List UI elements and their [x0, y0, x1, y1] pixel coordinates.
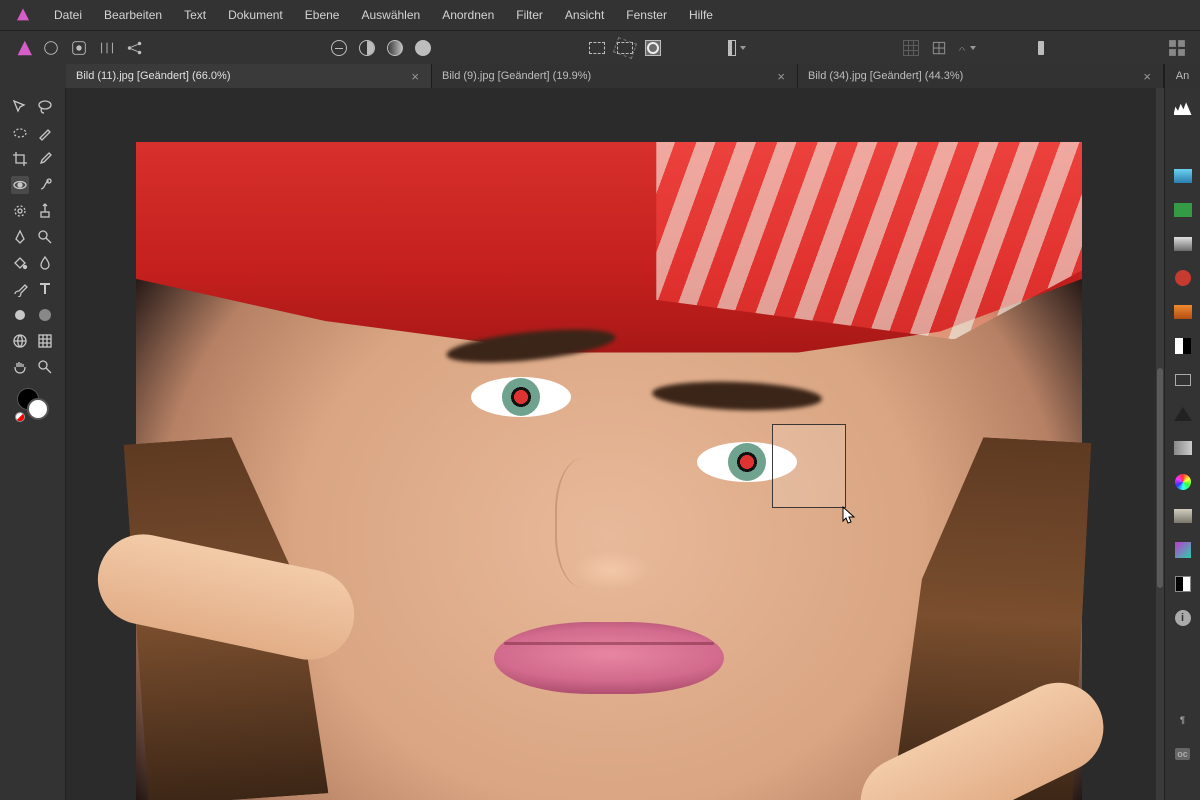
selection-brush-tool[interactable]	[11, 202, 29, 220]
snap-guides-icon[interactable]	[930, 39, 948, 57]
menu-ebene[interactable]: Ebene	[305, 8, 340, 22]
selection-cross-icon[interactable]	[616, 39, 634, 57]
contrast-bw-icon[interactable]	[1173, 574, 1193, 594]
doctab-label: Bild (34).jpg [Geändert] (44.3%)	[808, 70, 963, 82]
menu-bearbeiten[interactable]: Bearbeiten	[104, 8, 162, 22]
blur-tool[interactable]	[36, 254, 54, 272]
panel-overflow-tab[interactable]: An	[1164, 64, 1200, 88]
canvas-viewport[interactable]	[66, 88, 1164, 800]
photo-content	[136, 142, 1082, 800]
persona-photo-icon[interactable]	[14, 39, 32, 57]
shape-tool[interactable]	[11, 306, 29, 324]
swatch-blue[interactable]	[1173, 166, 1193, 186]
color-foreground-swatch[interactable]	[27, 398, 49, 420]
ellipse-marquee-tool[interactable]	[11, 124, 29, 142]
assistant-dropdown[interactable]	[958, 39, 976, 57]
red-eye-selection-box[interactable]	[772, 424, 846, 508]
color-picker-tool[interactable]	[36, 150, 54, 168]
info-panel-icon[interactable]: i	[1173, 608, 1193, 628]
menu-filter[interactable]: Filter	[516, 8, 543, 22]
dodge-tool[interactable]	[36, 228, 54, 246]
app-logo-icon	[14, 6, 32, 24]
nav-thumb-icon[interactable]	[1173, 370, 1193, 390]
menu-datei[interactable]: Datei	[54, 8, 82, 22]
tonal-target-icon[interactable]	[330, 39, 348, 57]
persona-tone-icon[interactable]	[98, 39, 116, 57]
swatch-green[interactable]	[1173, 200, 1193, 220]
menu-hilfe[interactable]: Hilfe	[689, 8, 713, 22]
persona-develop-icon[interactable]	[70, 39, 88, 57]
zoom-tool[interactable]	[36, 358, 54, 376]
document-tabs: Bild (11).jpg [Geändert] (66.0%) × Bild …	[66, 64, 1164, 88]
document-canvas[interactable]	[136, 142, 1082, 800]
persona-liquify-icon[interactable]	[42, 39, 60, 57]
histogram-panel-icon[interactable]	[1173, 98, 1193, 118]
swatch-gray[interactable]	[1173, 234, 1193, 254]
mesh-warp-tool[interactable]	[11, 332, 29, 350]
doctab-label: Bild (11).jpg [Geändert] (66.0%)	[76, 70, 230, 82]
menu-text[interactable]: Text	[184, 8, 206, 22]
close-icon[interactable]: ×	[409, 69, 421, 84]
flood-fill-tool[interactable]	[11, 254, 29, 272]
quick-mask-icon[interactable]	[644, 39, 662, 57]
color-foreground-background[interactable]	[17, 388, 49, 420]
tonal-halftone-icon[interactable]	[358, 39, 376, 57]
paint-brush-tool[interactable]	[11, 280, 29, 298]
gradient-xy-icon[interactable]	[1173, 540, 1193, 560]
vertical-scrollbar[interactable]	[1156, 88, 1164, 800]
grad-ramp-desat[interactable]	[1173, 438, 1193, 458]
swatch-patch[interactable]	[1173, 506, 1193, 526]
retouch-brush-tool[interactable]	[36, 176, 54, 194]
scrollbar-thumb[interactable]	[1157, 368, 1163, 588]
doctab-1[interactable]: Bild (9).jpg [Geändert] (19.9%) ×	[432, 64, 798, 88]
tonal-full-icon[interactable]	[414, 39, 432, 57]
fill-preview-dropdown[interactable]	[728, 39, 746, 57]
swatch-bw[interactable]	[1173, 336, 1193, 356]
cursor-icon	[842, 506, 856, 526]
move-tool[interactable]	[11, 98, 29, 116]
red-eye-tool[interactable]	[11, 176, 29, 194]
doctab-2[interactable]: Bild (34).jpg [Geändert] (44.3%) ×	[798, 64, 1164, 88]
grad-ramp-dark[interactable]	[1173, 404, 1193, 424]
selection-rect-icon[interactable]	[588, 39, 606, 57]
doctab-label: Bild (9).jpg [Geändert] (19.9%)	[442, 70, 591, 82]
crop-tool[interactable]	[11, 150, 29, 168]
clone-tool[interactable]	[36, 202, 54, 220]
menu-dokument[interactable]: Dokument	[228, 8, 283, 22]
swatch-orange[interactable]	[1173, 302, 1193, 322]
persona-export-icon[interactable]	[126, 39, 144, 57]
left-toolbox	[0, 88, 66, 800]
pan-tool[interactable]	[11, 358, 29, 376]
paragraph-panel-icon[interactable]: ¶	[1173, 710, 1193, 730]
menu-ansicht[interactable]: Ansicht	[565, 8, 604, 22]
oc-panel-icon[interactable]: oc	[1173, 744, 1193, 764]
menu-fenster[interactable]: Fenster	[626, 8, 667, 22]
brush-tool[interactable]	[36, 124, 54, 142]
presets-panel-icon[interactable]	[1173, 676, 1193, 696]
close-icon[interactable]: ×	[775, 69, 787, 84]
pen-tool[interactable]	[11, 228, 29, 246]
menu-auswaehlen[interactable]: Auswählen	[361, 8, 420, 22]
text-tool[interactable]	[36, 280, 54, 298]
arrange-panels-icon[interactable]	[1168, 39, 1186, 57]
lasso-tool[interactable]	[36, 98, 54, 116]
asset-tool[interactable]	[36, 332, 54, 350]
color-default-icon[interactable]	[15, 412, 25, 422]
right-panel-dock: i ¶ oc	[1164, 88, 1200, 800]
context-toolbar	[0, 30, 1200, 64]
help-info-icon[interactable]	[1032, 39, 1050, 57]
color-wheel-icon[interactable]	[1173, 472, 1193, 492]
channels-panel-icon[interactable]	[1173, 642, 1193, 662]
circle-red-icon[interactable]	[1173, 268, 1193, 288]
tonal-gradient-icon[interactable]	[386, 39, 404, 57]
menu-bar: Datei Bearbeiten Text Dokument Ebene Aus…	[0, 0, 1200, 30]
close-icon[interactable]: ×	[1141, 69, 1153, 84]
swatches-panel-icon[interactable]	[1173, 132, 1193, 152]
gradient-tool[interactable]	[36, 306, 54, 324]
menu-anordnen[interactable]: Anordnen	[442, 8, 494, 22]
doctab-0[interactable]: Bild (11).jpg [Geändert] (66.0%) ×	[66, 64, 432, 88]
snap-grid-icon[interactable]	[902, 39, 920, 57]
